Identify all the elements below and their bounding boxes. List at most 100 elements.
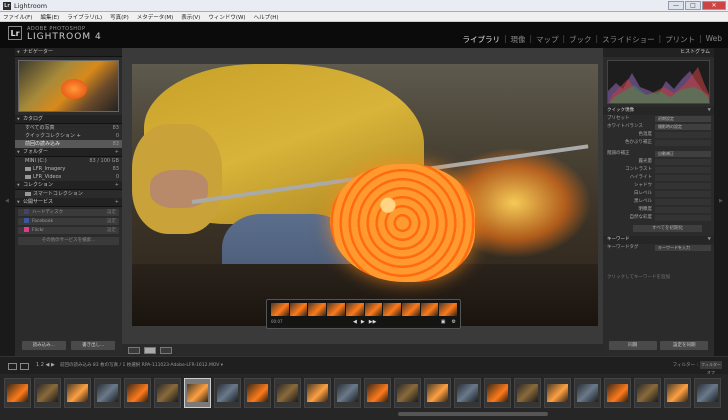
menu-view[interactable]: 表示(V): [181, 13, 200, 21]
filmstrip-thumbnail[interactable]: [514, 378, 541, 408]
video-frame-strip[interactable]: [271, 303, 458, 316]
add-folder-icon[interactable]: +: [115, 148, 119, 157]
filter-select[interactable]: フィルターオフ: [700, 361, 722, 375]
menu-window[interactable]: ウィンドウ(W): [208, 13, 245, 21]
exposure-stepper[interactable]: [655, 159, 711, 165]
filmstrip-thumbnail[interactable]: [334, 378, 361, 408]
module-map[interactable]: マップ: [536, 34, 559, 45]
filmstrip-thumbnail[interactable]: [394, 378, 421, 408]
secondary-window-button[interactable]: [20, 363, 29, 370]
vibrance-stepper[interactable]: [655, 215, 711, 221]
filmstrip-nav[interactable]: 1 2 ◀ ▶: [36, 362, 55, 368]
module-library[interactable]: ライブラリ: [462, 34, 500, 45]
module-web[interactable]: Web: [706, 34, 722, 45]
filmstrip-thumbnail[interactable]: [154, 378, 181, 408]
find-more-services-button[interactable]: その他のサービスを検索...: [18, 237, 119, 245]
prev-frame-icon[interactable]: ◀: [353, 319, 357, 325]
folder-item[interactable]: LFR_Videos 0: [15, 173, 122, 181]
filmstrip-thumbnail[interactable]: [94, 378, 121, 408]
smart-collections-item[interactable]: スマートコレクション: [15, 190, 122, 198]
filmstrip-thumbnail[interactable]: [574, 378, 601, 408]
histogram-header[interactable]: ヒストグラム: [603, 48, 714, 57]
shadows-stepper[interactable]: [655, 183, 711, 189]
filmstrip-thumbnail[interactable]: [694, 378, 721, 408]
folders-header[interactable]: フォルダー+: [15, 148, 122, 157]
highlights-stepper[interactable]: [655, 175, 711, 181]
menu-metadata[interactable]: メタデータ(M): [137, 13, 174, 21]
blacks-stepper[interactable]: [655, 199, 711, 205]
right-panel-toggle[interactable]: ▶: [714, 48, 728, 356]
left-panel-toggle[interactable]: ◀: [0, 48, 15, 356]
filmstrip-thumbnail[interactable]: [274, 378, 301, 408]
collections-header[interactable]: コレクション+: [15, 181, 122, 190]
preset-select[interactable]: 初期設定: [655, 116, 711, 122]
navigator-preview[interactable]: [18, 60, 119, 112]
publish-facebook[interactable]: Facebook 設定: [18, 218, 119, 225]
catalog-quick-collection[interactable]: クイックコレクション +0: [15, 132, 122, 140]
reset-all-button[interactable]: すべてを初期化: [633, 225, 702, 232]
keywords-header[interactable]: キーワード ▼: [603, 236, 714, 244]
filmstrip-thumbnail[interactable]: [34, 378, 61, 408]
quick-develop-header[interactable]: クイック現像 ▼: [603, 107, 714, 115]
video-settings-icon[interactable]: ⚙: [452, 319, 456, 325]
module-book[interactable]: ブック: [569, 34, 592, 45]
grid-view-button[interactable]: [128, 346, 140, 354]
capture-frame-icon[interactable]: ▣: [441, 319, 446, 325]
whites-stepper[interactable]: [655, 191, 711, 197]
menu-library[interactable]: ライブラリ(L): [67, 13, 102, 21]
export-button[interactable]: 書き出し...: [71, 341, 116, 350]
play-icon[interactable]: ▶: [361, 319, 365, 325]
module-develop[interactable]: 現像: [510, 34, 525, 45]
module-slideshow[interactable]: スライドショー: [602, 34, 655, 45]
navigator-header[interactable]: ナビゲーター: [15, 48, 122, 57]
temperature-stepper[interactable]: [655, 132, 711, 138]
filmstrip-thumbnail[interactable]: [364, 378, 391, 408]
filmstrip-thumbnail[interactable]: [64, 378, 91, 408]
sync-settings-button[interactable]: 設定を同期: [660, 341, 709, 350]
filmstrip-thumbnail[interactable]: [304, 378, 331, 408]
maximize-button[interactable]: □: [685, 1, 701, 10]
filmstrip-thumbnail[interactable]: [214, 378, 241, 408]
module-print[interactable]: プリント: [665, 34, 695, 45]
filmstrip-thumbnail[interactable]: [424, 378, 451, 408]
close-button[interactable]: ✕: [702, 1, 726, 10]
keyword-tag-select[interactable]: キーワードを入力: [655, 245, 711, 251]
catalog-previous-import[interactable]: 前回の読み込み 83: [15, 140, 122, 148]
contrast-stepper[interactable]: [655, 167, 711, 173]
keyword-hint[interactable]: クリックしてキーワードを追加: [603, 274, 714, 282]
add-collection-icon[interactable]: +: [115, 181, 119, 190]
clarity-stepper[interactable]: [655, 207, 711, 213]
next-frame-icon[interactable]: ▶▶: [369, 319, 377, 325]
filmstrip-thumbnail[interactable]: [544, 378, 571, 408]
filmstrip-thumbnail[interactable]: [664, 378, 691, 408]
filmstrip-thumbnail[interactable]: [244, 378, 271, 408]
sync-button[interactable]: 同期: [608, 341, 657, 350]
publish-flickr[interactable]: Flickr 設定: [18, 227, 119, 234]
tint-stepper[interactable]: [655, 140, 711, 146]
menu-file[interactable]: ファイル(F): [3, 13, 32, 21]
auto-tone-button[interactable]: 自動補正: [655, 151, 711, 157]
menu-photo[interactable]: 写真(P): [110, 13, 129, 21]
main-photo[interactable]: [132, 64, 598, 326]
catalog-header[interactable]: カタログ: [15, 115, 122, 124]
filmstrip-thumbnail[interactable]: [454, 378, 481, 408]
filmstrip-thumbnail[interactable]: [4, 378, 31, 408]
catalog-all-photos[interactable]: すべての写真 83: [15, 124, 122, 132]
folder-volume[interactable]: MINI (C:) 83 / 100 GB: [15, 157, 122, 165]
filmstrip-thumbnail[interactable]: [184, 378, 211, 408]
filmstrip-thumbnail[interactable]: [484, 378, 511, 408]
publish-harddisk[interactable]: ハードディスク 設定: [18, 209, 119, 216]
white-balance-select[interactable]: 撮影時の設定: [655, 124, 711, 130]
filmstrip-thumbnail[interactable]: [634, 378, 661, 408]
publish-services-header[interactable]: 公開サービス+: [15, 198, 122, 207]
filmstrip-scrollbar[interactable]: [398, 412, 548, 416]
menu-edit[interactable]: 編集(E): [40, 13, 59, 21]
compare-view-button[interactable]: [160, 346, 172, 354]
import-button[interactable]: 読み込み...: [21, 341, 66, 350]
filmstrip-source-info[interactable]: 前回の読み込み 83 枚の写真 / 1 枚選択 RPA-111023-Adobe…: [60, 362, 223, 368]
primary-window-button[interactable]: [8, 363, 17, 370]
minimize-button[interactable]: —: [668, 1, 684, 10]
loupe-view-button[interactable]: [144, 346, 156, 354]
filmstrip-thumbnail[interactable]: [604, 378, 631, 408]
add-service-icon[interactable]: +: [115, 198, 119, 207]
